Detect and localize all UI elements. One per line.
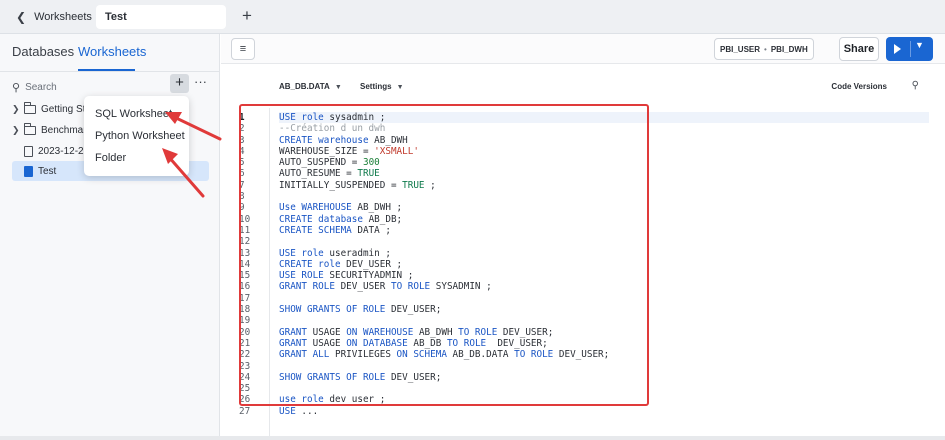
line-number: 9 [239, 202, 245, 214]
code-line: CREATE database AB_DB; [279, 213, 403, 225]
arrow-to-sql-worksheet [165, 112, 222, 141]
line-number: 22 [239, 349, 251, 361]
code-line: USE role sysadmin ; [279, 112, 929, 124]
line-number: 3 [239, 134, 245, 146]
separator-dot: • [764, 44, 767, 54]
line-number: 4 [239, 145, 245, 157]
code-line: SHOW GRANTS OF ROLE DEV_USER; [279, 304, 442, 316]
code-line: --Création d un dwh [279, 123, 386, 135]
main-toolbar: ≡ PBI_USER • PBI_DWH Share ▼ [221, 34, 945, 64]
filter-icon[interactable]: ≡ [231, 38, 255, 60]
line-number: 24 [239, 371, 251, 383]
code-line: use role dev_user ; [279, 394, 386, 406]
role-label: PBI_USER [720, 44, 761, 54]
line-number: 6 [239, 168, 245, 180]
chevron-down-icon[interactable]: ▼ [915, 40, 924, 50]
line-number: 10 [239, 213, 251, 225]
code-line: Use WAREHOUSE AB_DWH ; [279, 202, 403, 214]
line-number: 5 [239, 157, 245, 169]
line-number: 21 [239, 337, 251, 349]
code-line: AUTO_SUSPEND = 300 [279, 157, 380, 169]
code-line: GRANT USAGE ON DATABASE AB_DB TO ROLE DE… [279, 337, 548, 349]
code-line: USE ... [279, 405, 319, 417]
role-warehouse-selector[interactable]: PBI_USER • PBI_DWH [714, 38, 814, 60]
database-label: AB_DB.DATA [279, 82, 330, 91]
search-icon[interactable]: ⚲ [912, 80, 919, 91]
line-number: 23 [239, 360, 251, 372]
line-number: 2 [239, 123, 245, 135]
database-selector[interactable]: AB_DB.DATA ▼ [279, 82, 342, 91]
line-number: 25 [239, 383, 251, 395]
line-number: 20 [239, 326, 251, 338]
run-button[interactable]: ▼ [886, 37, 933, 61]
code-line: AUTO_RESUME = TRUE [279, 168, 380, 180]
line-number: 7 [239, 179, 245, 191]
line-number: 12 [239, 236, 251, 248]
worksheet-context-bar: AB_DB.DATA ▼ Settings ▼ Code Versions ⚲ [221, 76, 945, 96]
play-icon [894, 44, 901, 54]
line-number: 14 [239, 258, 251, 270]
line-number: 26 [239, 394, 251, 406]
line-number: 8 [239, 191, 245, 203]
code-line: CREATE warehouse AB_DWH [279, 134, 408, 146]
settings-dropdown[interactable]: Settings ▼ [360, 82, 404, 91]
settings-label: Settings [360, 82, 392, 91]
chevron-down-icon: ▼ [334, 84, 342, 91]
arrow-to-python-worksheet [162, 148, 205, 198]
line-number: 1 [239, 112, 245, 123]
code-area[interactable]: USE role sysadmin ; --Création d un dwh … [279, 112, 929, 417]
chevron-down-icon: ▼ [396, 84, 404, 91]
line-number: 11 [239, 224, 251, 236]
code-line: USE role useradmin ; [279, 247, 391, 259]
line-number: 15 [239, 270, 251, 282]
line-number: 27 [239, 405, 251, 417]
share-button[interactable]: Share [839, 37, 879, 61]
line-number: 19 [239, 315, 251, 327]
horizontal-scrollbar[interactable] [0, 436, 945, 440]
code-line: WAREHOUSE_SIZE = 'XSMALL' [279, 145, 419, 157]
code-line: GRANT ALL PRIVILEGES ON SCHEMA AB_DB.DAT… [279, 349, 610, 361]
code-line: GRANT USAGE ON WAREHOUSE AB_DWH TO ROLE … [279, 326, 554, 338]
code-line: SHOW GRANTS OF ROLE DEV_USER; [279, 371, 442, 383]
code-line: CREATE role DEV_USER ; [279, 258, 403, 270]
line-number: 13 [239, 247, 251, 259]
line-number: 16 [239, 281, 251, 293]
code-line: INITIALLY_SUSPENDED = TRUE ; [279, 179, 436, 191]
code-line: CREATE SCHEMA DATA ; [279, 224, 391, 236]
code-line: USE ROLE SECURITYADMIN ; [279, 270, 414, 282]
line-number: 17 [239, 292, 251, 304]
sql-editor[interactable]: 1 2 3 4 5 6 7 8 9 10 11 12 13 14 15 16 17 18 19 20 21 22 23 24 2… [221, 106, 945, 440]
code-line: GRANT ROLE DEV_USER TO ROLE SYSADMIN ; [279, 281, 492, 293]
line-number: 18 [239, 304, 251, 316]
code-versions-button[interactable]: Code Versions [831, 82, 887, 91]
line-number-gutter: 1 2 3 4 5 6 7 8 9 10 11 12 13 14 15 16 17 18 19 20 21 22 23 24 2… [239, 112, 259, 417]
warehouse-label: PBI_DWH [770, 44, 808, 54]
